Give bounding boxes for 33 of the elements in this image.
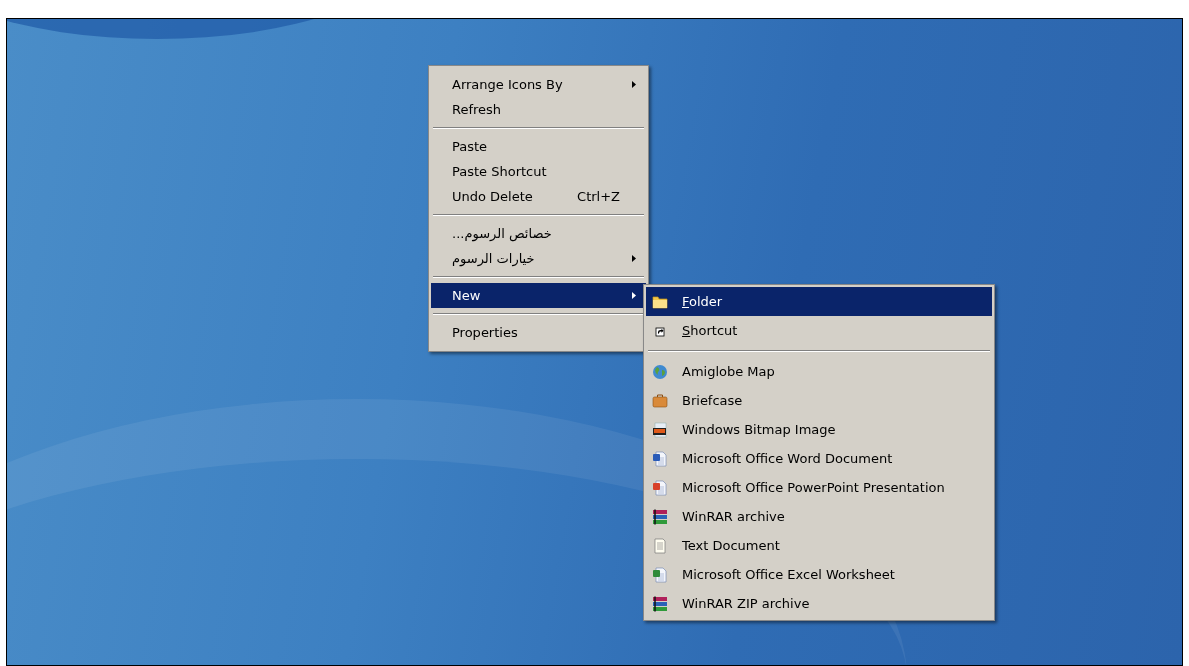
menu-item[interactable]: New (431, 283, 646, 308)
presentation-document-icon (652, 479, 668, 496)
menu-item[interactable]: Amiglobe Map (646, 357, 992, 386)
menu-item[interactable]: Shortcut (646, 316, 992, 345)
menu-item[interactable]: Text Document (646, 531, 992, 560)
menu-item[interactable]: Paste Shortcut (431, 159, 646, 184)
menu-item[interactable]: Microsoft Office Excel Worksheet (646, 560, 992, 589)
menu-item[interactable]: خصائص الرسوم... (431, 221, 646, 246)
menu-item[interactable]: Microsoft Office PowerPoint Presentation (646, 473, 992, 502)
book-stack-icon (652, 508, 668, 525)
menu-item[interactable]: Undo Delete Ctrl+Z (431, 184, 646, 209)
globe-icon (652, 363, 668, 380)
folder-icon (652, 293, 668, 310)
spreadsheet-document-icon (652, 566, 668, 583)
menu-item[interactable]: Paste (431, 134, 646, 159)
image-file-icon (652, 421, 668, 438)
menu-item[interactable]: Windows Bitmap Image (646, 415, 992, 444)
book-stack-icon (652, 595, 668, 612)
menu-item[interactable]: Properties (431, 320, 646, 345)
submenu-arrow-icon (632, 292, 636, 299)
menu-item[interactable]: Refresh (431, 97, 646, 122)
menu-item[interactable]: خيارات الرسوم (431, 246, 646, 271)
menu-item[interactable]: Arrange Icons By (431, 72, 646, 97)
submenu-arrow-icon (632, 255, 636, 262)
word-document-icon (652, 450, 668, 467)
briefcase-icon (652, 392, 668, 409)
menu-item[interactable]: WinRAR ZIP archive (646, 589, 992, 618)
submenu-arrow-icon (632, 81, 636, 88)
text-document-icon (652, 537, 668, 554)
menu-item[interactable]: Folder (646, 287, 992, 316)
menu-item[interactable]: Microsoft Office Word Document (646, 444, 992, 473)
menu-item[interactable]: Briefcase (646, 386, 992, 415)
menu-item[interactable]: WinRAR archive (646, 502, 992, 531)
